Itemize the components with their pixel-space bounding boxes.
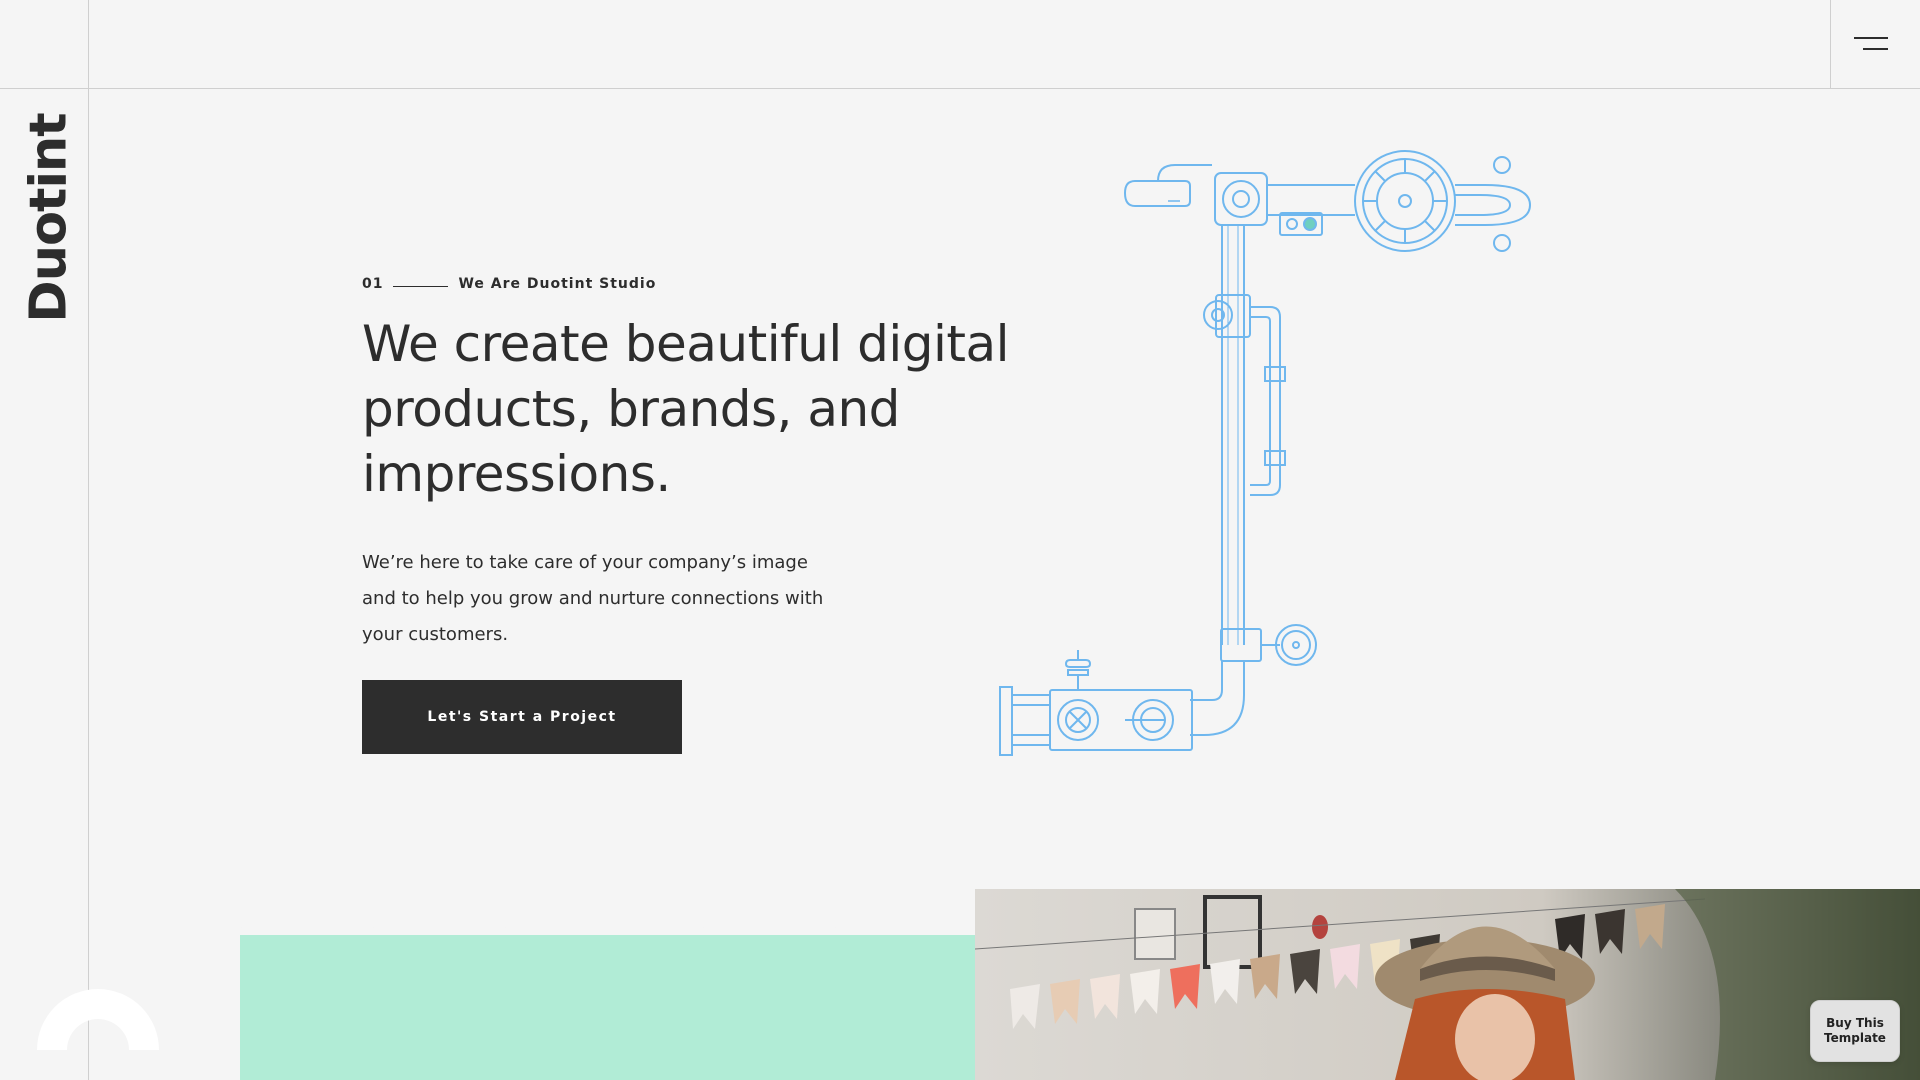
brand-logo[interactable]: Duotint [20,113,79,322]
hero-headline: We create beautiful digital products, br… [362,315,1010,503]
eyebrow-text: We Are Duotint Studio [458,276,657,292]
hero-eyebrow: 01 We Are Duotint Studio [362,276,656,292]
hamburger-menu-icon [1854,37,1888,39]
left-sidebar: Duotint [0,0,89,1080]
pipe-valve-illustration [999,150,1532,756]
start-project-button[interactable]: Let's Start a Project [362,680,682,754]
photo-scene [975,889,1920,1080]
hamburger-menu-icon-line [1863,48,1888,50]
arch-decoration [37,989,159,1050]
buy-template-button[interactable]: Buy This Template [1810,1000,1900,1062]
mint-block [240,935,975,1080]
menu-button[interactable] [1830,0,1920,89]
top-bar [0,0,1920,89]
eyebrow-divider [393,285,449,287]
eyebrow-number: 01 [362,276,384,292]
hero-lead: We’re here to take care of your company’… [362,552,824,645]
buy-template-label: Buy This Template [1824,1016,1886,1045]
hero-photo [975,889,1920,1080]
